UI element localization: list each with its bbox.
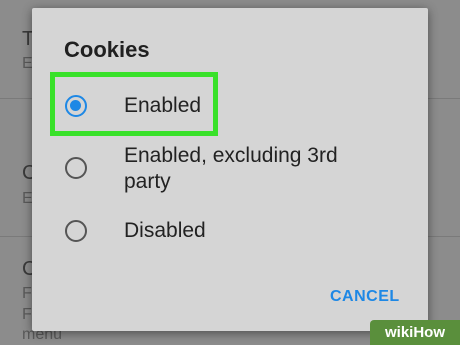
- option-label: Disabled: [124, 219, 206, 242]
- option-label: Enabled, excluding 3rd party: [124, 144, 338, 193]
- radio-selected-icon[interactable]: [65, 95, 87, 117]
- bg-row-3-sub: F: [22, 285, 32, 302]
- option-enabled[interactable]: Enabled: [32, 91, 428, 121]
- option-label: Enabled: [124, 94, 202, 117]
- cookies-dialog: Cookies Enabled Enabled, excluding 3rd p…: [32, 8, 428, 331]
- radio-unselected-icon[interactable]: [65, 220, 87, 242]
- dialog-title: Cookies: [64, 37, 150, 62]
- cancel-button[interactable]: CANCEL: [330, 288, 400, 306]
- option-enabled-excluding-3rd-party[interactable]: Enabled, excluding 3rd party: [32, 144, 428, 200]
- radio-unselected-icon[interactable]: [65, 157, 87, 179]
- wikihow-watermark: wikiHow: [370, 320, 460, 345]
- bg-row-3-sub2: F: [22, 306, 32, 323]
- option-disabled[interactable]: Disabled: [32, 216, 428, 246]
